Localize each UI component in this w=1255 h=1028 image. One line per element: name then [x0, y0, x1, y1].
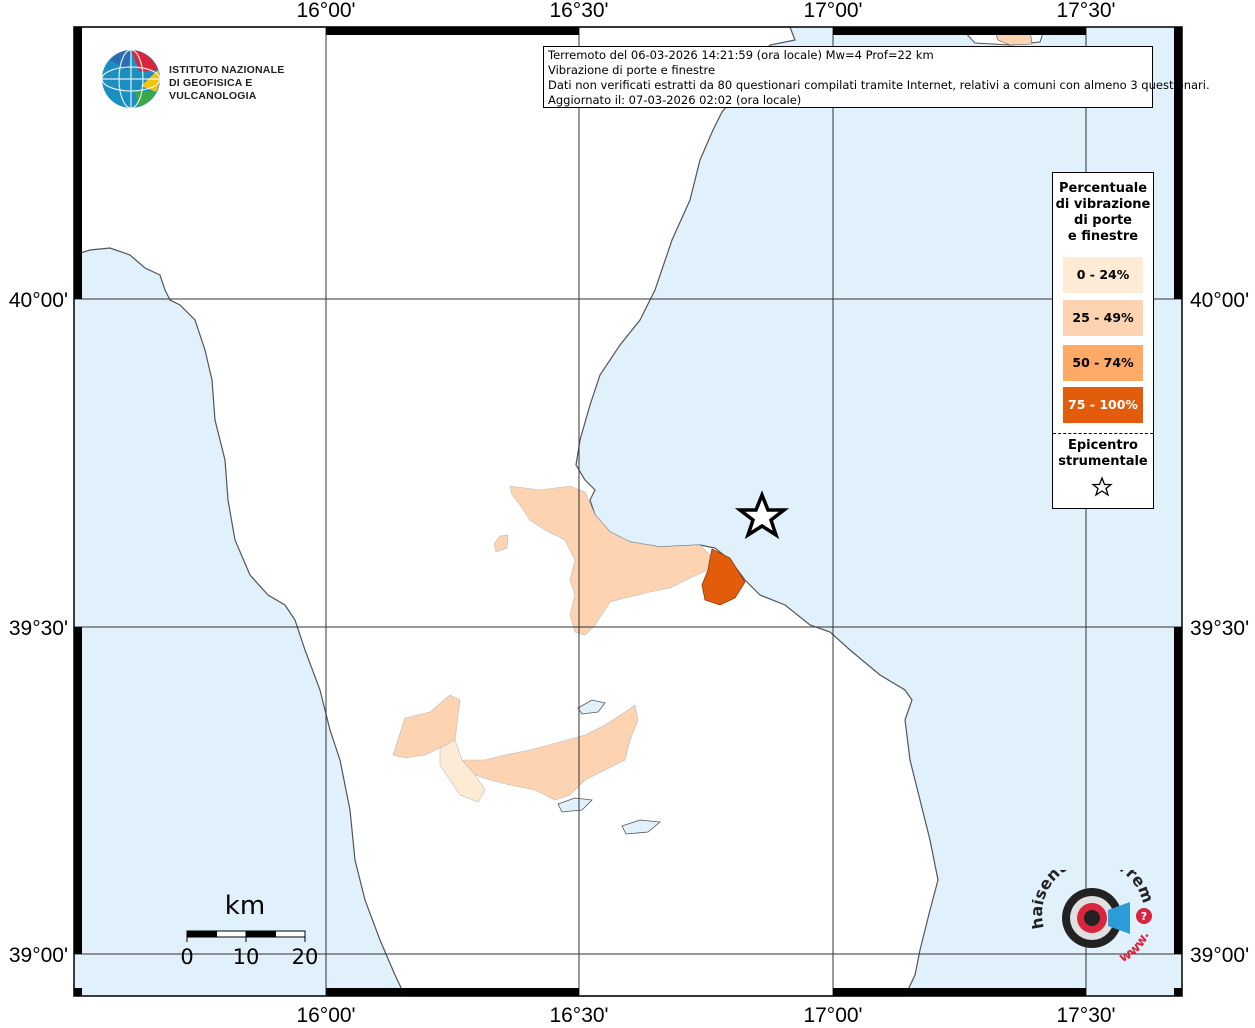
- legend-separator: [1053, 433, 1153, 434]
- lat-label-right-1: 40°00': [1190, 289, 1249, 312]
- scale-label-10: 10: [233, 945, 260, 969]
- legend-item-75-100: 75 - 100%: [1063, 387, 1143, 423]
- hst-question-icon: ?: [1141, 910, 1147, 923]
- lon-label-top-3: 17°00': [803, 0, 862, 22]
- lon-label-bottom-2: 16°30': [549, 1004, 608, 1024]
- legend-item-25-49: 25 - 49%: [1063, 300, 1143, 336]
- scale-label-20: 20: [292, 945, 319, 969]
- legend-title-line3: di porte: [1074, 213, 1132, 228]
- ingv-logo-text: ISTITUTO NAZIONALE DI GEOFISICA E VULCAN…: [169, 64, 310, 103]
- event-info-line3: Dati non verificati estratti da 80 quest…: [548, 78, 1210, 92]
- lon-label-bottom-3: 17°00': [803, 1004, 862, 1024]
- legend-title-line2: di vibrazione: [1055, 197, 1151, 212]
- lon-label-top-2: 16°30': [549, 0, 608, 22]
- event-info-line1: Terremoto del 06-03-2026 14:21:59 (ora l…: [548, 48, 934, 62]
- lon-label-bottom-1: 16°00': [296, 1004, 355, 1024]
- legend-title: Percentuale di vibrazione di porte e fin…: [1053, 181, 1153, 245]
- lat-label-right-3: 39°00': [1190, 944, 1249, 967]
- legend-item-50-74: 50 - 74%: [1063, 345, 1143, 381]
- lon-label-bottom-4: 17°30': [1056, 1004, 1115, 1024]
- scale-unit: km: [225, 891, 265, 921]
- legend-epicenter-line2: strumentale: [1058, 454, 1148, 469]
- ingv-logo: ISTITUTO NAZIONALE DI GEOFISICA E VULCAN…: [100, 48, 310, 110]
- scale-bar: km 0 10 20: [175, 888, 325, 978]
- legend-epicenter-line1: Epicentro: [1068, 438, 1138, 453]
- ingv-logo-line1: ISTITUTO NAZIONALE: [169, 64, 285, 76]
- lat-label-left-2: 39°30': [9, 617, 68, 640]
- lat-label-left-3: 39°00': [9, 944, 68, 967]
- scale-label-0: 0: [180, 945, 193, 969]
- lat-label-right-2: 39°30': [1190, 617, 1249, 640]
- legend-star-icon: [1091, 476, 1113, 497]
- hst-text-bottom: www.: [1117, 930, 1153, 966]
- lat-label-left-1: 40°00': [9, 289, 68, 312]
- lon-label-top-4: 17°30': [1056, 0, 1115, 22]
- event-info-box: Terremoto del 06-03-2026 14:21:59 (ora l…: [543, 46, 1210, 108]
- legend: Percentuale di vibrazione di porte e fin…: [1052, 172, 1154, 509]
- event-info-line2: Vibrazione di porte e finestre: [548, 63, 716, 77]
- legend-epicenter: Epicentro strumentale: [1053, 438, 1153, 470]
- event-info-line4: Aggiornato il: 07-03-2026 02:02 (ora loc…: [548, 93, 802, 107]
- ingv-logo-line2: DI GEOFISICA E VULCANOLOGIA: [169, 77, 257, 102]
- globe-icon: [101, 49, 161, 109]
- legend-title-line1: Percentuale: [1058, 181, 1148, 196]
- lon-label-top-1: 16°00': [296, 0, 355, 22]
- legend-item-0-24: 0 - 24%: [1063, 257, 1143, 293]
- hst-logo: ? haisentitoilterremoto.it www.: [1027, 848, 1162, 980]
- legend-title-line4: e finestre: [1067, 229, 1139, 244]
